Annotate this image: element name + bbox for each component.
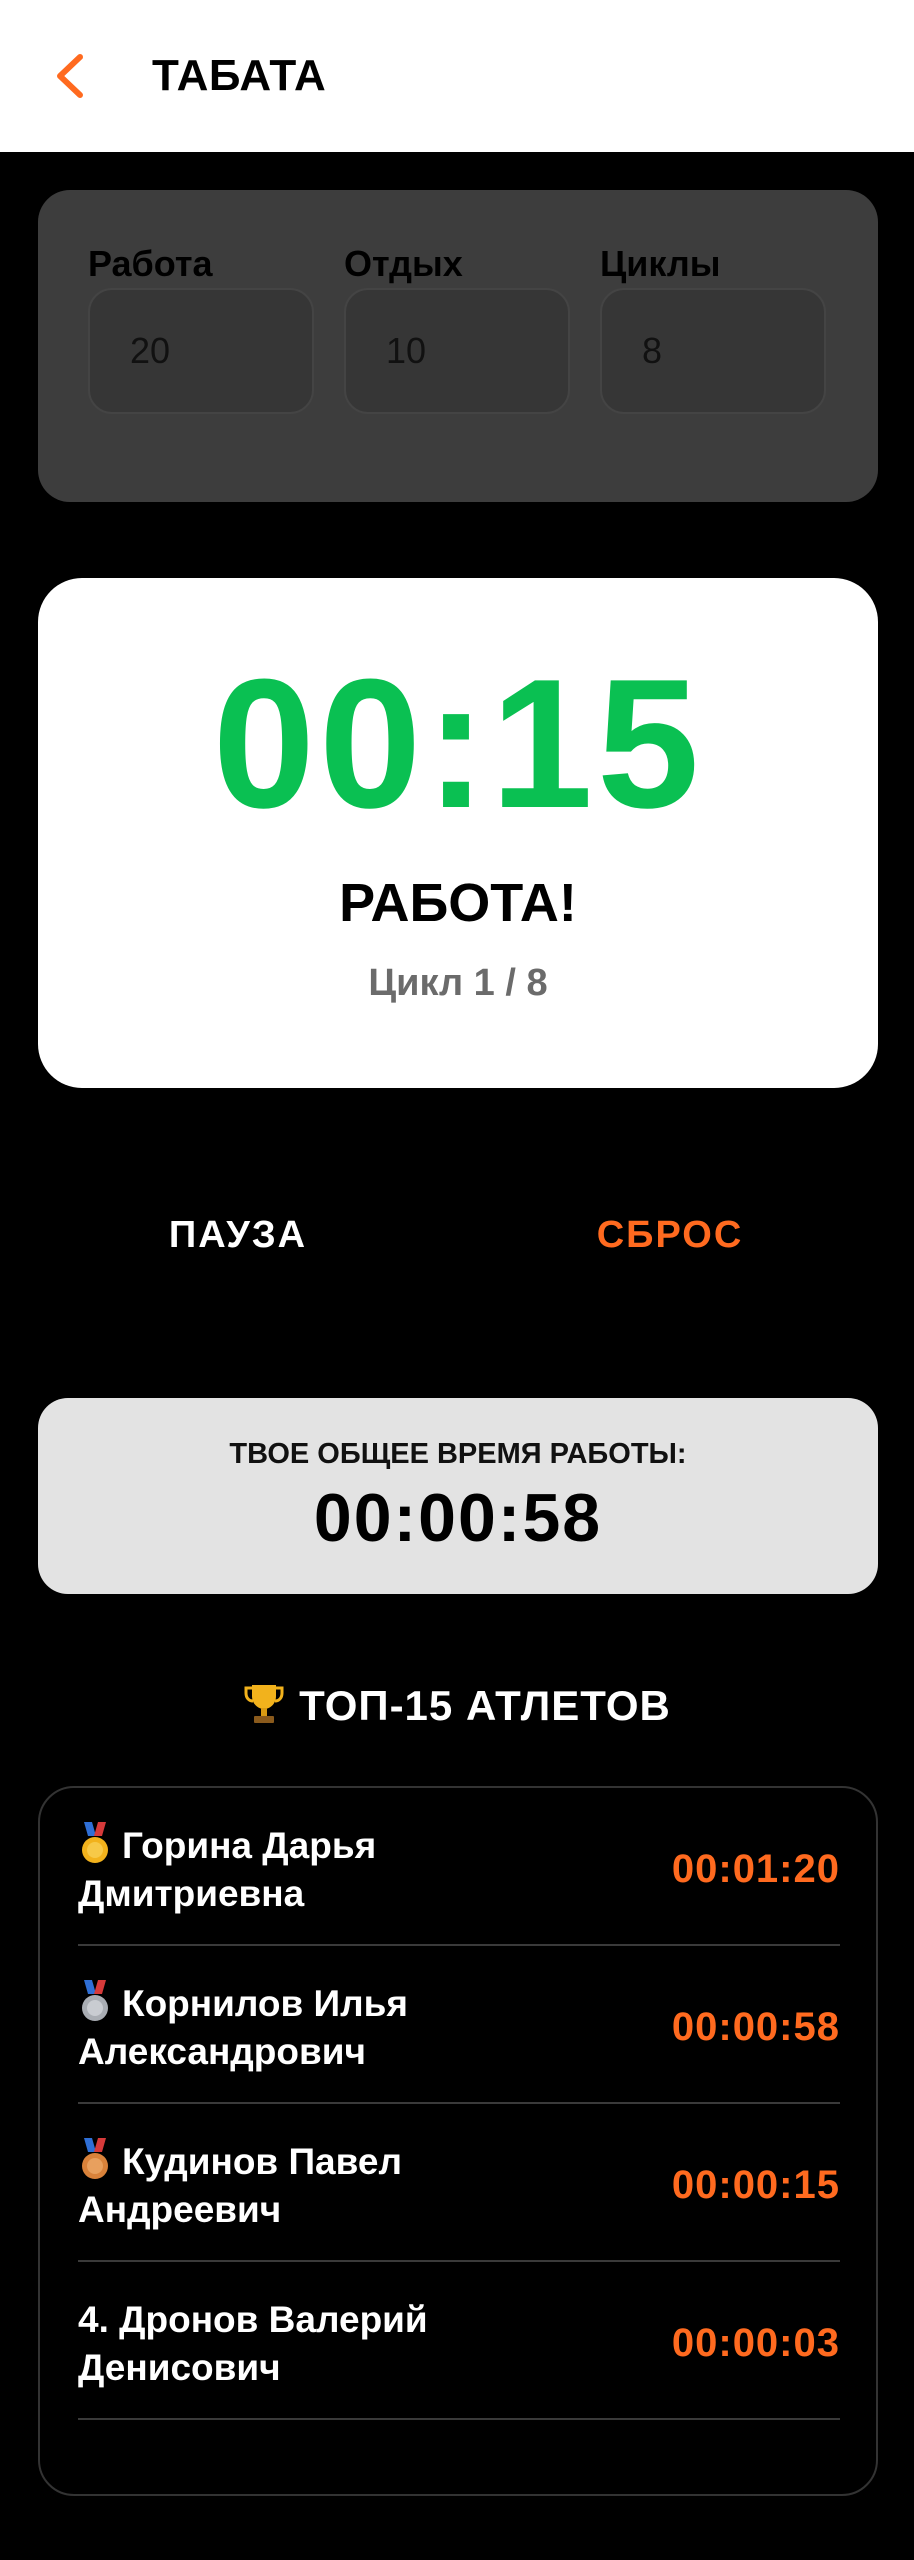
athlete-name-line2: Андреевич xyxy=(78,2189,282,2230)
rest-label: Отдых xyxy=(344,243,463,284)
athlete-name-line1: Корнилов Илья xyxy=(122,1983,408,2024)
leaderboard-list: Горина Дарья Дмитриевна 00:01:20 Корнило… xyxy=(38,1786,878,2496)
back-button[interactable] xyxy=(50,36,130,116)
leaderboard-row: Кудинов Павел Андреевич 00:00:15 xyxy=(78,2104,840,2262)
app-header: ТАБАТА xyxy=(0,0,914,152)
total-time-value: 00:00:58 xyxy=(313,1480,603,1556)
phase-label: РАБОТА! xyxy=(339,873,577,933)
work-input[interactable] xyxy=(88,288,314,414)
athlete-time: 00:00:58 xyxy=(671,2005,840,2049)
chevron-left-icon xyxy=(57,54,83,98)
timer-display: 00:15 xyxy=(212,640,704,846)
settings-card: Работа Отдых Циклы xyxy=(38,190,878,502)
rest-input[interactable] xyxy=(344,288,570,414)
trophy-icon xyxy=(244,1685,284,1723)
leaderboard-heading-text: ТОП-15 АТЛЕТОВ xyxy=(299,1682,671,1729)
cycles-label: Циклы xyxy=(600,243,721,284)
athlete-time: 00:00:15 xyxy=(671,2163,840,2207)
leaderboard-row: 4. Дронов Валерий Денисович 00:00:03 xyxy=(78,2262,840,2420)
total-time-label: ТВОЕ ОБЩЕЕ ВРЕМЯ РАБОТЫ: xyxy=(229,1438,687,1470)
cycles-input[interactable] xyxy=(600,288,826,414)
leaderboard-row: Корнилов Илья Александрович 00:00:58 xyxy=(78,1946,840,2104)
athlete-time: 00:01:20 xyxy=(671,1847,840,1891)
athlete-name-line1: Горина Дарья xyxy=(122,1825,377,1866)
athlete-name-line2: Денисович xyxy=(78,2347,281,2388)
gold-medal-icon xyxy=(82,1822,108,1863)
work-label: Работа xyxy=(88,243,213,284)
total-time-card: ТВОЕ ОБЩЕЕ ВРЕМЯ РАБОТЫ: 00:00:58 xyxy=(38,1398,878,1594)
silver-medal-icon xyxy=(82,1980,108,2021)
athlete-name: Горина Дарья Дмитриевна xyxy=(78,1822,598,1918)
work-setting: Работа xyxy=(88,240,314,414)
athlete-name: Кудинов Павел Андреевич xyxy=(78,2138,598,2234)
athlete-name-line2: Дмитриевна xyxy=(78,1873,305,1914)
timer-card: 00:15 РАБОТА! Цикл 1 / 8 xyxy=(38,578,878,1088)
rank-number: 4. xyxy=(78,2299,109,2340)
bronze-medal-icon xyxy=(82,2138,108,2179)
page-title: ТАБАТА xyxy=(152,51,327,100)
reset-button[interactable]: СБРОС xyxy=(590,1200,750,1270)
athlete-time: 00:00:03 xyxy=(671,2321,840,2365)
leaderboard-row: Горина Дарья Дмитриевна 00:01:20 xyxy=(78,1788,840,1946)
rest-setting: Отдых xyxy=(344,240,570,414)
cycles-setting: Циклы xyxy=(600,240,826,414)
athlete-name-line2: Александрович xyxy=(78,2031,366,2072)
athlete-name-line1: Кудинов Павел xyxy=(122,2141,402,2182)
athlete-name: 4. Дронов Валерий Денисович xyxy=(78,2296,598,2392)
cycle-counter: Цикл 1 / 8 xyxy=(368,962,548,1004)
athlete-name: Корнилов Илья Александрович xyxy=(78,1980,598,2076)
athlete-name-line1: Дронов Валерий xyxy=(119,2299,428,2340)
pause-button[interactable]: ПАУЗА xyxy=(160,1200,316,1270)
leaderboard-heading: ТОП-15 АТЛЕТОВ xyxy=(0,1676,914,1736)
